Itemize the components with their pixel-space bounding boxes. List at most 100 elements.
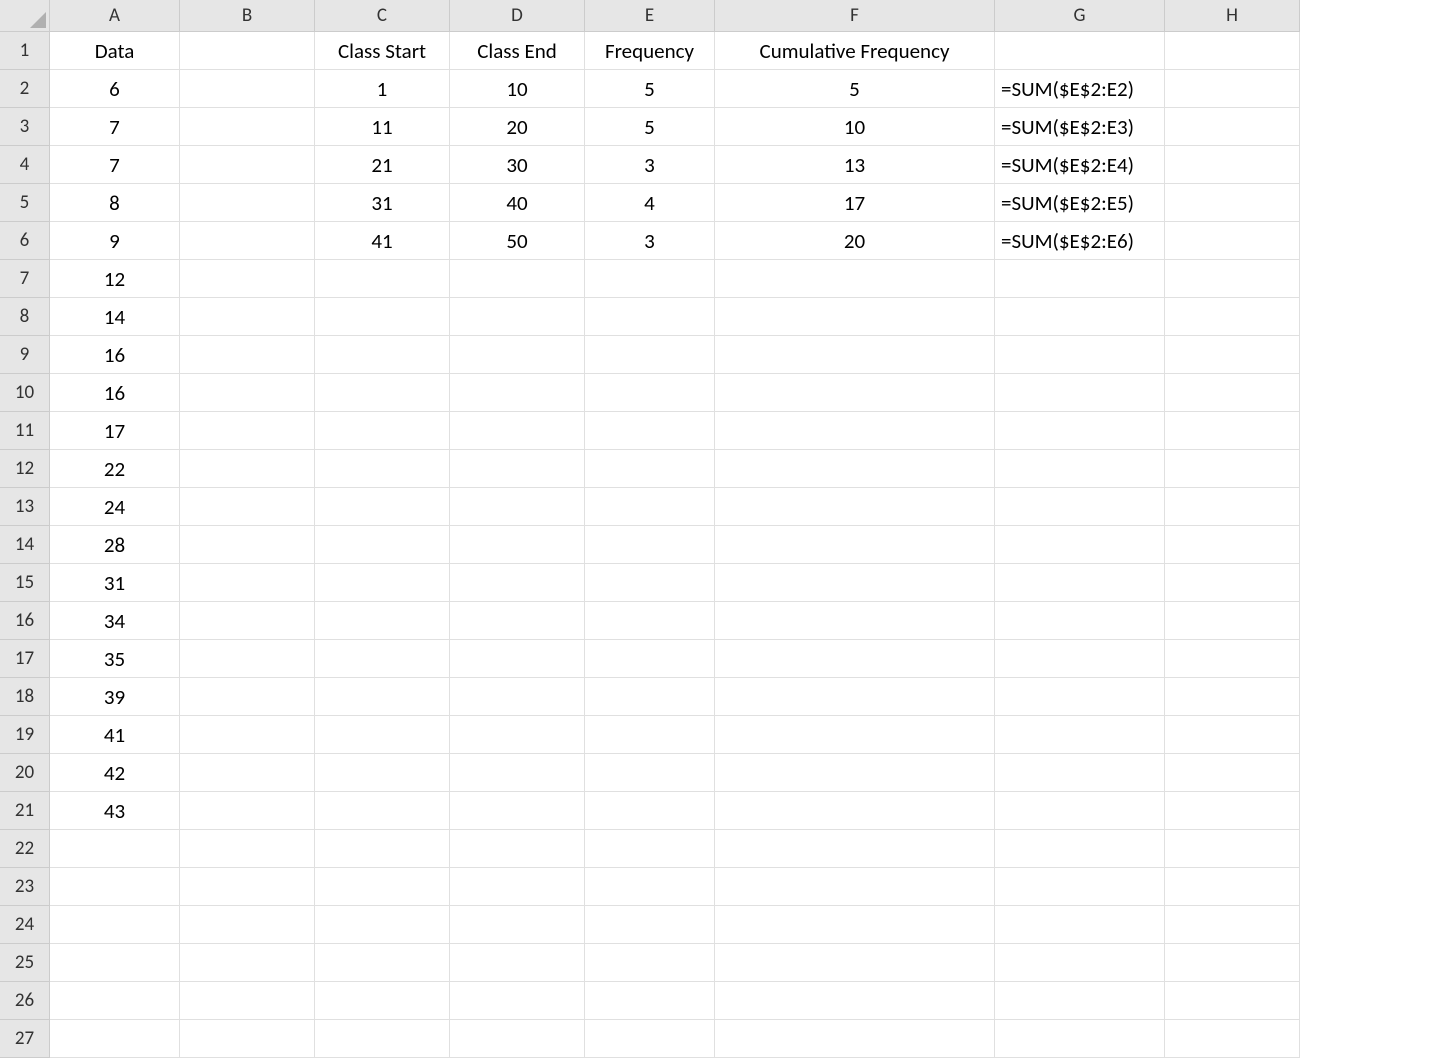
- cell-E8[interactable]: [585, 298, 715, 336]
- cell-F19[interactable]: [715, 716, 995, 754]
- column-header-D[interactable]: D: [450, 0, 585, 32]
- cell-F24[interactable]: [715, 906, 995, 944]
- cell-G2[interactable]: =SUM($E$2:E2): [995, 70, 1165, 108]
- cell-H21[interactable]: [1165, 792, 1300, 830]
- cell-A3[interactable]: 7: [50, 108, 180, 146]
- cell-F14[interactable]: [715, 526, 995, 564]
- cell-D15[interactable]: [450, 564, 585, 602]
- cell-A9[interactable]: 16: [50, 336, 180, 374]
- cell-C14[interactable]: [315, 526, 450, 564]
- cell-B21[interactable]: [180, 792, 315, 830]
- cell-H5[interactable]: [1165, 184, 1300, 222]
- cell-C24[interactable]: [315, 906, 450, 944]
- row-header-11[interactable]: 11: [0, 412, 50, 450]
- cell-G24[interactable]: [995, 906, 1165, 944]
- cell-E26[interactable]: [585, 982, 715, 1020]
- row-header-20[interactable]: 20: [0, 754, 50, 792]
- cell-B25[interactable]: [180, 944, 315, 982]
- cell-B19[interactable]: [180, 716, 315, 754]
- cell-F16[interactable]: [715, 602, 995, 640]
- cell-H25[interactable]: [1165, 944, 1300, 982]
- cell-E6[interactable]: 3: [585, 222, 715, 260]
- cell-E22[interactable]: [585, 830, 715, 868]
- cell-C6[interactable]: 41: [315, 222, 450, 260]
- cell-D23[interactable]: [450, 868, 585, 906]
- cell-C25[interactable]: [315, 944, 450, 982]
- cell-A19[interactable]: 41: [50, 716, 180, 754]
- cell-D26[interactable]: [450, 982, 585, 1020]
- cell-G17[interactable]: [995, 640, 1165, 678]
- row-header-25[interactable]: 25: [0, 944, 50, 982]
- cell-D7[interactable]: [450, 260, 585, 298]
- row-header-14[interactable]: 14: [0, 526, 50, 564]
- spreadsheet-grid[interactable]: ABCDEFGH1DataClass StartClass EndFrequen…: [0, 0, 1446, 1058]
- cell-G21[interactable]: [995, 792, 1165, 830]
- cell-G27[interactable]: [995, 1020, 1165, 1058]
- cell-D22[interactable]: [450, 830, 585, 868]
- cell-B24[interactable]: [180, 906, 315, 944]
- cell-D17[interactable]: [450, 640, 585, 678]
- cell-H2[interactable]: [1165, 70, 1300, 108]
- row-header-22[interactable]: 22: [0, 830, 50, 868]
- cell-F6[interactable]: 20: [715, 222, 995, 260]
- row-header-26[interactable]: 26: [0, 982, 50, 1020]
- cell-C22[interactable]: [315, 830, 450, 868]
- cell-B9[interactable]: [180, 336, 315, 374]
- cell-A2[interactable]: 6: [50, 70, 180, 108]
- cell-F20[interactable]: [715, 754, 995, 792]
- cell-D16[interactable]: [450, 602, 585, 640]
- cell-D18[interactable]: [450, 678, 585, 716]
- cell-B15[interactable]: [180, 564, 315, 602]
- cell-D19[interactable]: [450, 716, 585, 754]
- cell-D9[interactable]: [450, 336, 585, 374]
- cell-D4[interactable]: 30: [450, 146, 585, 184]
- cell-C1[interactable]: Class Start: [315, 32, 450, 70]
- cell-F8[interactable]: [715, 298, 995, 336]
- cell-F1[interactable]: Cumulative Frequency: [715, 32, 995, 70]
- cell-G4[interactable]: =SUM($E$2:E4): [995, 146, 1165, 184]
- cell-G18[interactable]: [995, 678, 1165, 716]
- cell-A6[interactable]: 9: [50, 222, 180, 260]
- cell-H7[interactable]: [1165, 260, 1300, 298]
- cell-E15[interactable]: [585, 564, 715, 602]
- cell-D21[interactable]: [450, 792, 585, 830]
- cell-B4[interactable]: [180, 146, 315, 184]
- cell-B2[interactable]: [180, 70, 315, 108]
- cell-H24[interactable]: [1165, 906, 1300, 944]
- column-header-G[interactable]: G: [995, 0, 1165, 32]
- cell-G10[interactable]: [995, 374, 1165, 412]
- cell-G12[interactable]: [995, 450, 1165, 488]
- cell-C15[interactable]: [315, 564, 450, 602]
- row-header-6[interactable]: 6: [0, 222, 50, 260]
- cell-C23[interactable]: [315, 868, 450, 906]
- cell-B26[interactable]: [180, 982, 315, 1020]
- cell-H19[interactable]: [1165, 716, 1300, 754]
- cell-C2[interactable]: 1: [315, 70, 450, 108]
- cell-A13[interactable]: 24: [50, 488, 180, 526]
- cell-G15[interactable]: [995, 564, 1165, 602]
- cell-F22[interactable]: [715, 830, 995, 868]
- cell-F25[interactable]: [715, 944, 995, 982]
- cell-G20[interactable]: [995, 754, 1165, 792]
- cell-H16[interactable]: [1165, 602, 1300, 640]
- column-header-E[interactable]: E: [585, 0, 715, 32]
- cell-G22[interactable]: [995, 830, 1165, 868]
- cell-C4[interactable]: 21: [315, 146, 450, 184]
- cell-H20[interactable]: [1165, 754, 1300, 792]
- cell-F21[interactable]: [715, 792, 995, 830]
- cell-H1[interactable]: [1165, 32, 1300, 70]
- row-header-1[interactable]: 1: [0, 32, 50, 70]
- cell-A23[interactable]: [50, 868, 180, 906]
- cell-E3[interactable]: 5: [585, 108, 715, 146]
- cell-C12[interactable]: [315, 450, 450, 488]
- cell-G5[interactable]: =SUM($E$2:E5): [995, 184, 1165, 222]
- cell-C9[interactable]: [315, 336, 450, 374]
- cell-B5[interactable]: [180, 184, 315, 222]
- column-header-H[interactable]: H: [1165, 0, 1300, 32]
- cell-G14[interactable]: [995, 526, 1165, 564]
- cell-H15[interactable]: [1165, 564, 1300, 602]
- cell-G16[interactable]: [995, 602, 1165, 640]
- column-header-F[interactable]: F: [715, 0, 995, 32]
- row-header-23[interactable]: 23: [0, 868, 50, 906]
- cell-B3[interactable]: [180, 108, 315, 146]
